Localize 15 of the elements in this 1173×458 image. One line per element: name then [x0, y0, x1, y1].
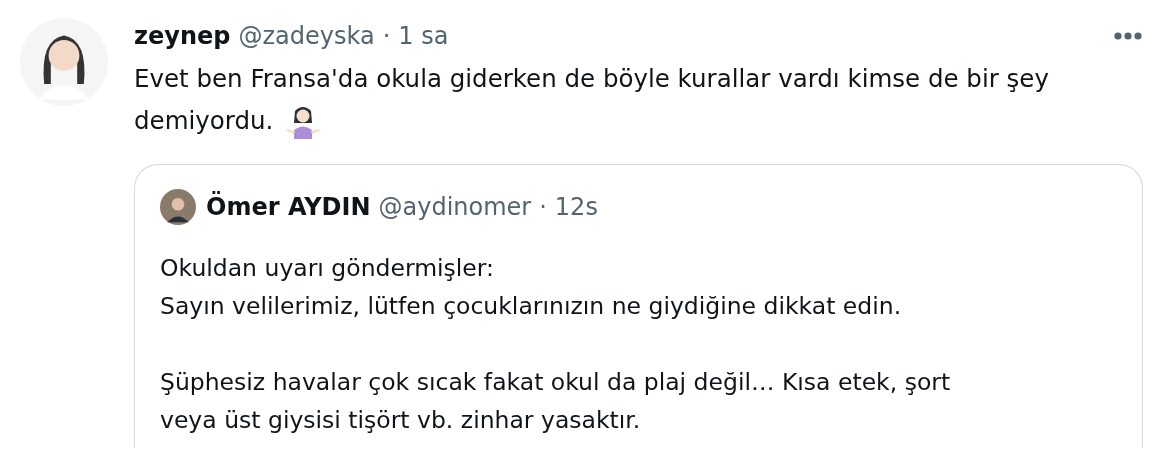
author-handle[interactable]: @zadeyska	[238, 22, 375, 50]
avatar-icon[interactable]	[20, 18, 108, 106]
tweet-text-line: Evet ben Fransa'da okula giderken de böyle kurallar vardı kimse de bir şey	[134, 63, 1049, 95]
timestamp[interactable]: 1 sa	[398, 22, 449, 50]
author-name[interactable]: Ömer AYDIN	[206, 193, 371, 221]
separator-dot: ·	[382, 22, 391, 50]
more-options-icon[interactable]	[1113, 31, 1143, 41]
author-handle[interactable]: @aydinomer	[378, 193, 532, 221]
timestamp[interactable]: 12s	[554, 193, 598, 221]
avatar-icon[interactable]	[160, 189, 196, 225]
paragraph: Okuldan uyarı göndermişler: Sayın velilerimiz, lütfen çocuklarınızın ne giydiğine dikkat edin.	[160, 253, 903, 322]
author-name[interactable]: zeynep	[134, 22, 231, 50]
separator-dot: ·	[539, 193, 547, 221]
tweet-text-line: demiyordu.	[134, 105, 274, 137]
paragraph: Şüphesiz havalar çok sıcak fakat okul da plaj değil… Kısa etek, şort veya üst giysisi tişört vb. zinhar yasaktır.	[160, 367, 952, 436]
